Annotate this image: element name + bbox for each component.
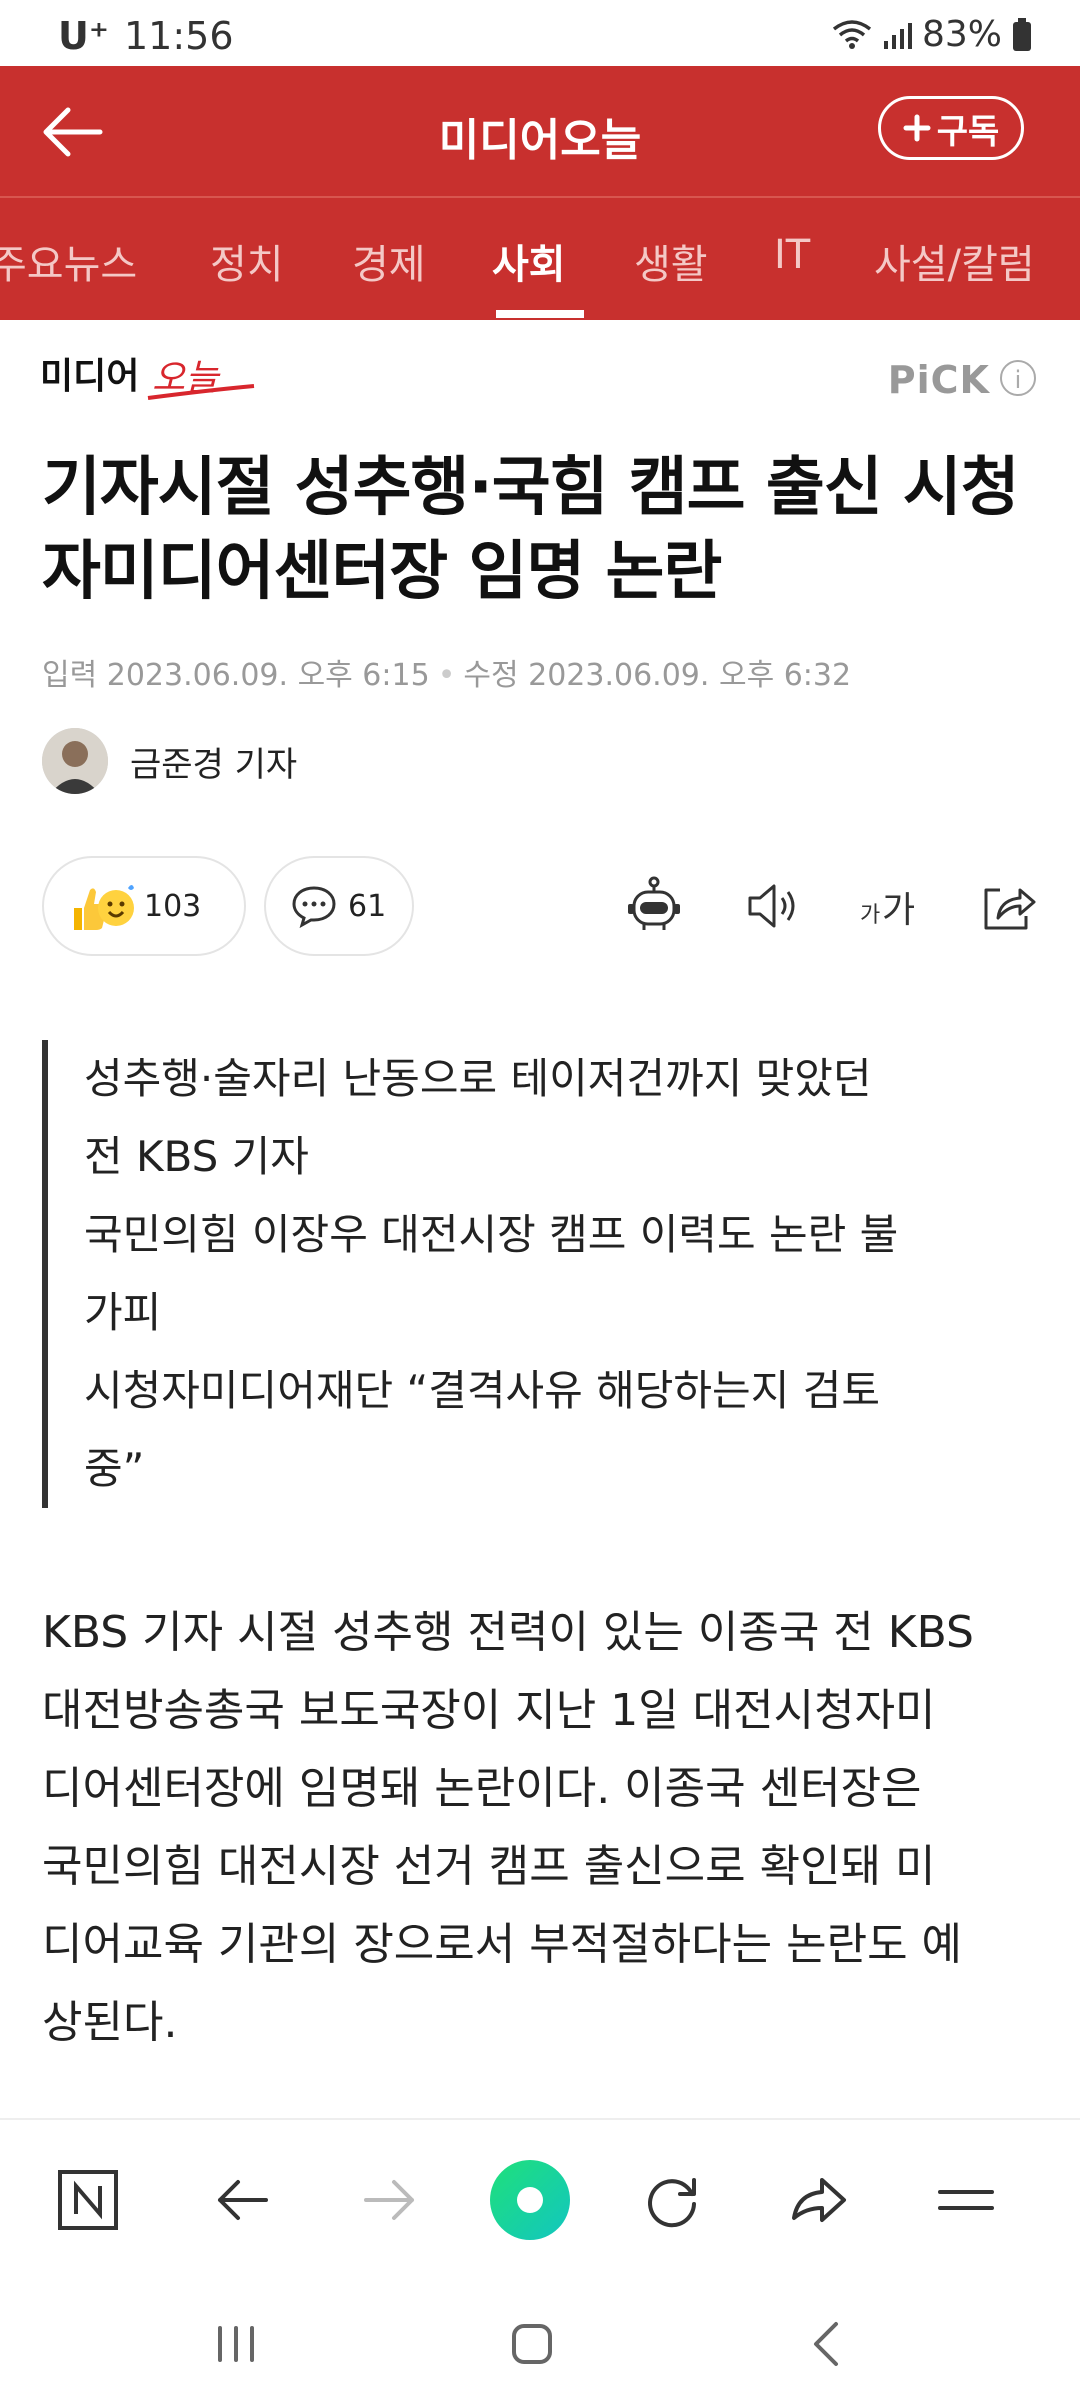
nav-back-icon	[218, 2180, 268, 2220]
status-bar: U⁺ 11:56 83%	[0, 0, 1080, 66]
summary-bot-button[interactable]	[622, 874, 686, 938]
summary-line: 중”	[84, 1444, 145, 1493]
author-row[interactable]: 금준경 기자	[42, 728, 297, 794]
tab-society[interactable]: 사회	[492, 232, 566, 290]
summary-line: 성추행·술자리 난동으로 테이저건까지 맞았던	[84, 1054, 872, 1103]
nav-share-icon	[792, 2178, 846, 2222]
font-size-button[interactable]: 가 가	[858, 874, 922, 938]
font-size-icon: 가 가	[860, 890, 915, 931]
summary-line: 시청자미디어재단 “결격사유 해당하는지 검토	[84, 1366, 880, 1415]
menu-button[interactable]	[930, 2164, 1002, 2236]
carrier-label: U⁺	[58, 14, 109, 58]
media-today-logo[interactable]: 미디어 오늘	[40, 346, 260, 406]
body-line: 디어센터장에 임명돼 논란이다. 이종국 센터장은	[42, 1763, 922, 1814]
summary-line: 전 KBS 기자	[84, 1132, 309, 1181]
pick-label: PiCK	[887, 358, 990, 402]
app-header: 미디어오늘 구독	[0, 66, 1080, 196]
article-dates: 입력 2023.06.09. 오후 6:15 • 수정 2023.06.09. 오후…	[42, 658, 852, 693]
refresh-icon	[648, 2178, 696, 2228]
body-line: KBS 기자 시절 성추행 전력이 있는 이종국 전 KBS	[42, 1607, 974, 1658]
comment-button[interactable]: 61	[264, 856, 414, 956]
brand-row: 미디어 오늘 PiCK i	[0, 318, 1080, 428]
system-back-button[interactable]	[792, 2308, 864, 2380]
signal-icon	[883, 22, 912, 49]
system-navigation-bar	[0, 2278, 1080, 2408]
comment-icon	[292, 886, 336, 928]
tab-it[interactable]: IT	[774, 232, 810, 278]
published-date: 입력 2023.06.09. 오후 6:15	[42, 658, 430, 693]
battery-icon	[1013, 17, 1031, 51]
menu-icon	[938, 2190, 994, 2210]
svg-text:가: 가	[860, 903, 880, 928]
status-icons: 83%	[832, 14, 1032, 55]
article-tools: 가 가	[568, 874, 1040, 938]
naver-home-button[interactable]	[52, 2164, 124, 2236]
recent-apps-button[interactable]	[200, 2308, 272, 2380]
summary-line: 가피	[84, 1288, 162, 1337]
system-back-icon	[814, 2322, 838, 2366]
category-tabs: 주요뉴스 정치 경제 사회 생활 IT 사설/칼럼	[0, 196, 1080, 320]
body-line: 대전방송총국 보도국장이 지난 1일 대전시청자미	[42, 1685, 936, 1736]
naver-n-icon	[58, 2170, 118, 2230]
summary-line: 국민의힘 이장우 대전시장 캠프 이력도 논란 불	[84, 1210, 899, 1259]
tab-economy[interactable]: 경제	[352, 232, 426, 290]
active-tab-indicator	[496, 310, 584, 318]
browser-back-button[interactable]	[206, 2164, 278, 2236]
green-dot-icon	[490, 2160, 570, 2240]
speaker-icon	[748, 884, 795, 928]
refresh-button[interactable]	[636, 2164, 708, 2236]
body-line: 디어교육 기관의 장으로서 부적절하다는 논란도 예	[42, 1919, 963, 1970]
subscribe-label: 구독	[936, 111, 1000, 152]
battery-percent: 83%	[921, 14, 1002, 55]
green-dot-button[interactable]	[488, 2158, 572, 2242]
share-icon	[984, 888, 1036, 930]
tab-life[interactable]: 생활	[634, 232, 708, 290]
browser-forward-button[interactable]	[354, 2164, 426, 2236]
robot-icon	[628, 876, 680, 930]
svg-text:가: 가	[882, 890, 915, 931]
browser-toolbar	[0, 2118, 1080, 2280]
clock: 11:56	[124, 14, 234, 58]
tab-editorial[interactable]: 사설/칼럼	[874, 232, 1035, 290]
tab-politics[interactable]: 정치	[210, 232, 284, 290]
avatar[interactable]	[42, 728, 108, 794]
info-icon[interactable]: i	[1000, 360, 1036, 396]
emoji-reaction-icon	[74, 885, 134, 930]
article-headline: 기자시절 성추행·국힘 캠프 출신 시청자미디어센터장 임명 논란	[42, 451, 1020, 609]
body-line: 상된다.	[42, 1997, 178, 2048]
tts-button[interactable]	[740, 874, 804, 938]
home-icon	[512, 2324, 552, 2364]
plus-icon	[903, 114, 931, 142]
comment-count: 61	[348, 888, 387, 924]
wifi-icon	[832, 19, 872, 49]
tab-main-news[interactable]: 주요뉴스	[0, 232, 137, 290]
body-line: 국민의힘 대전시장 선거 캠프 출신으로 확인돼 미	[42, 1841, 936, 1892]
modified-date: 수정 2023.06.09. 오후 6:32	[463, 658, 852, 693]
svg-text:미디어: 미디어	[40, 356, 139, 397]
share-button[interactable]	[976, 874, 1040, 938]
recent-apps-icon	[218, 2326, 254, 2362]
article-summary: 성추행·술자리 난동으로 테이저건까지 맞았던 전 KBS 기자 국민의힘 이장…	[42, 1040, 1022, 1508]
article-body: KBS 기자 시절 성추행 전력이 있는 이종국 전 KBS 대전방송총국 보도…	[42, 1594, 1042, 2062]
page-share-button[interactable]	[782, 2164, 854, 2236]
home-button[interactable]	[496, 2308, 568, 2380]
nav-forward-icon	[364, 2180, 414, 2220]
reaction-button[interactable]: 103	[42, 856, 246, 956]
reaction-count: 103	[144, 888, 202, 924]
subscribe-button[interactable]: 구독	[878, 96, 1024, 160]
author-name: 금준경 기자	[130, 744, 298, 785]
